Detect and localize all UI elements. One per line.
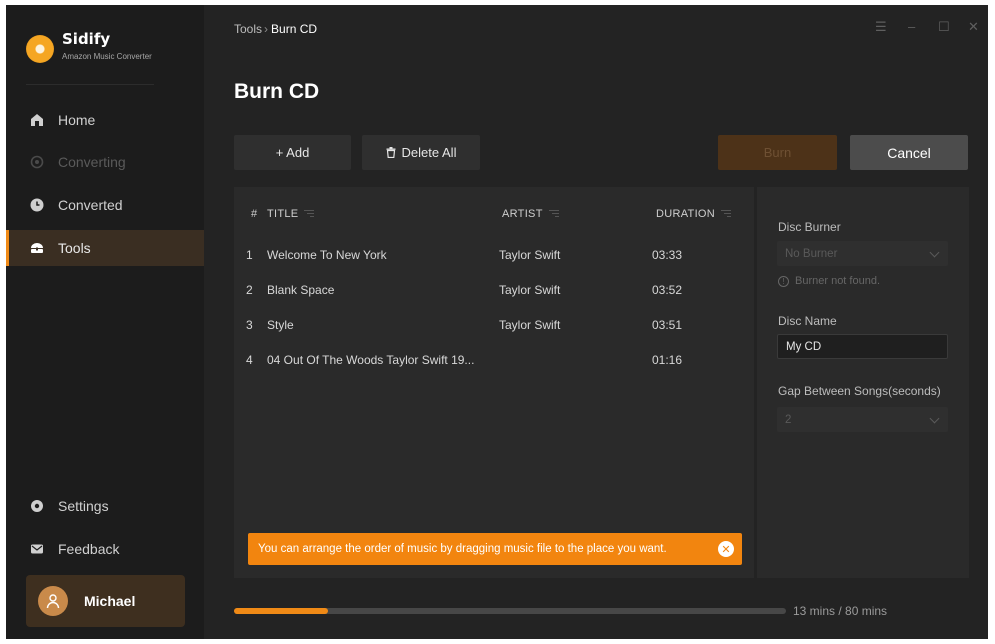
sidebar-item-converting[interactable]: Converting: [6, 144, 204, 180]
row-duration: 03:33: [652, 248, 683, 262]
row-number: 3: [246, 318, 253, 332]
gap-value: 2: [785, 413, 792, 426]
table-row[interactable]: 1 Welcome To New York Taylor Swift 03:33: [234, 238, 754, 273]
disc-capacity-fill: [234, 608, 328, 614]
row-artist: Taylor Swift: [499, 318, 561, 332]
breadcrumb-current: Burn CD: [271, 22, 318, 36]
column-header-duration-label: DURATION: [656, 208, 716, 220]
burn-settings-panel: Disc Burner No Burner ! Burner not found…: [757, 187, 969, 578]
table-row[interactable]: 4 04 Out Of The Woods Taylor Swift 19...…: [234, 343, 754, 378]
row-title: Welcome To New York: [267, 248, 387, 262]
table-row[interactable]: 3 Style Taylor Swift 03:51: [234, 308, 754, 343]
toolbox-icon: [31, 243, 43, 253]
column-header-artist-label: ARTIST: [502, 208, 543, 220]
trash-icon: [386, 147, 396, 158]
info-icon: !: [778, 275, 789, 287]
delete-all-button[interactable]: Delete All: [362, 135, 480, 170]
gap-select[interactable]: 2: [777, 407, 948, 432]
row-artist: Taylor Swift: [499, 248, 561, 262]
gap-label: Gap Between Songs(seconds): [778, 384, 941, 398]
app-name: Sidify: [62, 30, 111, 48]
app-subtitle: Amazon Music Converter: [62, 52, 152, 61]
column-header-duration[interactable]: DURATION: [656, 208, 732, 220]
row-number: 2: [246, 283, 253, 297]
sidebar-item-label: Tools: [58, 240, 91, 256]
sidebar-divider: [26, 84, 154, 85]
disc-name-value: My CD: [786, 340, 822, 353]
menu-icon[interactable]: ☰: [875, 19, 887, 35]
disc-capacity-text: 13 mins / 80 mins: [793, 604, 888, 618]
clock-icon: [30, 198, 44, 212]
drag-hint-text: You can arrange the order of music by dr…: [258, 543, 667, 555]
home-icon: [31, 114, 43, 126]
column-header-title[interactable]: TITLE: [267, 208, 315, 220]
track-table: # TITLE ARTIST DURATION 1 Welcome To New…: [234, 187, 754, 578]
close-icon[interactable]: ✕: [968, 19, 979, 35]
sidebar-item-settings[interactable]: Settings: [6, 488, 204, 524]
disc-name-input[interactable]: My CD: [777, 334, 948, 359]
close-hint-icon[interactable]: ✕: [718, 541, 734, 557]
add-button-label: + Add: [275, 145, 310, 160]
gear-icon: [31, 500, 43, 512]
disc-name-label: Disc Name: [778, 314, 837, 328]
column-header-num: #: [251, 208, 257, 220]
sidebar-item-label: Converted: [58, 197, 123, 213]
breadcrumb-separator: ›: [264, 22, 269, 36]
sort-icon[interactable]: [548, 210, 559, 218]
sidebar-item-label: Converting: [58, 154, 126, 170]
breadcrumb-parent[interactable]: Tools: [234, 22, 262, 36]
add-button[interactable]: + Add: [234, 135, 351, 170]
sidebar-item-label: Home: [58, 112, 96, 128]
row-number: 1: [246, 248, 253, 262]
column-header-num-label: #: [251, 208, 258, 220]
row-title: Blank Space: [267, 283, 335, 297]
burner-warning-text: Burner not found.: [795, 275, 881, 287]
row-duration: 01:16: [652, 353, 683, 367]
chevron-down-icon: [929, 413, 940, 424]
delete-all-label: Delete All: [401, 145, 457, 160]
sidebar-item-home[interactable]: Home: [6, 102, 204, 138]
disc-burner-value: No Burner: [785, 247, 838, 260]
app-logo-icon: [26, 35, 54, 63]
burner-warning: ! Burner not found.: [778, 275, 880, 287]
brand: Sidify Amazon Music Converter: [26, 27, 196, 67]
chevron-down-icon: [929, 247, 940, 258]
cancel-button-label: Cancel: [887, 144, 931, 161]
sort-icon[interactable]: [721, 210, 732, 218]
row-artist: Taylor Swift: [499, 283, 561, 297]
sidebar-item-label: Feedback: [58, 541, 120, 557]
sidebar: Sidify Amazon Music Converter Home Conve…: [6, 5, 204, 639]
converting-icon: [30, 155, 44, 169]
cancel-button[interactable]: Cancel: [850, 135, 968, 170]
row-duration: 03:52: [652, 283, 683, 297]
burn-button[interactable]: Burn: [718, 135, 837, 170]
user-icon: [46, 594, 60, 609]
row-title: 04 Out Of The Woods Taylor Swift 19...: [267, 353, 475, 367]
sidebar-item-feedback[interactable]: Feedback: [6, 531, 204, 567]
sidebar-item-label: Settings: [58, 498, 109, 514]
sort-icon[interactable]: [304, 210, 315, 218]
table-row[interactable]: 2 Blank Space Taylor Swift 03:52: [234, 273, 754, 308]
avatar: [38, 586, 68, 616]
disc-burner-select[interactable]: No Burner: [777, 241, 948, 266]
user-profile[interactable]: Michael: [26, 575, 185, 627]
column-header-artist[interactable]: ARTIST: [502, 208, 559, 220]
minimize-icon[interactable]: –: [908, 19, 915, 34]
disc-capacity-bar: [234, 608, 786, 614]
row-number: 4: [246, 353, 253, 367]
maximize-icon[interactable]: ☐: [938, 19, 950, 35]
disc-burner-label: Disc Burner: [778, 220, 841, 234]
row-title: Style: [267, 318, 294, 332]
column-header-title-label: TITLE: [267, 208, 299, 220]
drag-hint-banner: You can arrange the order of music by dr…: [248, 533, 742, 565]
sidebar-item-converted[interactable]: Converted: [6, 187, 204, 223]
user-name: Michael: [84, 593, 136, 609]
burn-button-label: Burn: [763, 145, 792, 160]
row-duration: 03:51: [652, 318, 683, 332]
app-window: Sidify Amazon Music Converter Home Conve…: [6, 5, 988, 639]
page-title: Burn CD: [234, 80, 320, 103]
breadcrumb: Tools › Burn CD: [234, 22, 317, 36]
sidebar-item-tools[interactable]: Tools: [6, 230, 204, 266]
mail-icon: [31, 544, 43, 554]
